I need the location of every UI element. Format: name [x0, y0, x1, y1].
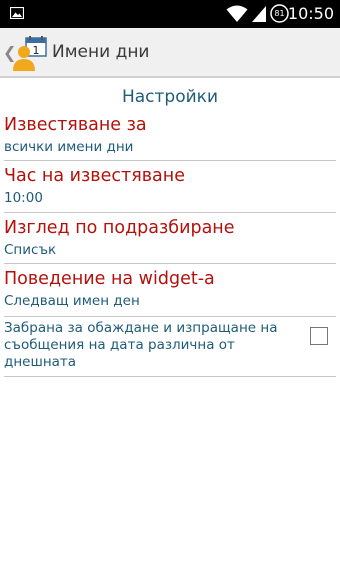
- image-notification-icon: [10, 7, 24, 19]
- pref-block-calls[interactable]: Забрана за обаждане и изпращане на съобщ…: [4, 317, 336, 377]
- pref-notify-for[interactable]: Известяване за всички имени дни: [4, 110, 336, 161]
- settings-header: Настройки: [121, 87, 218, 107]
- person-calendar-icon[interactable]: 1: [13, 35, 47, 71]
- pref-summary: 10:00: [4, 190, 43, 206]
- pref-checkbox-label: Забрана за обаждане и изпращане на съобщ…: [4, 320, 278, 370]
- pref-notify-time[interactable]: Час на известяване 10:00: [4, 161, 336, 213]
- signal-icon: [252, 6, 266, 22]
- svg-text:1: 1: [33, 44, 40, 57]
- block-calls-checkbox[interactable]: [310, 327, 328, 345]
- pref-default-view[interactable]: Изглед по подразбиране Списък: [4, 213, 336, 264]
- pref-title: Известяване за: [4, 115, 147, 135]
- app-title: Имени дни: [52, 42, 150, 62]
- pref-summary: Следващ имен ден: [4, 293, 140, 309]
- status-time: 10:50: [287, 4, 334, 23]
- pref-summary: Списък: [4, 242, 57, 258]
- status-bar: 81 10:50: [0, 0, 340, 28]
- settings-list: Настройки Известяване за всички имени дн…: [0, 80, 340, 377]
- pref-title: Изглед по подразбиране: [4, 218, 235, 238]
- pref-summary: всички имени дни: [4, 139, 134, 155]
- action-bar: ❮ 1 Имени дни: [0, 28, 340, 78]
- pref-title: Поведение на widget-а: [4, 269, 215, 289]
- battery-level: 81: [274, 9, 285, 18]
- pref-widget-behavior[interactable]: Поведение на widget-а Следващ имен ден: [4, 264, 336, 317]
- pref-title: Час на известяване: [4, 166, 185, 186]
- wifi-icon: [226, 5, 248, 22]
